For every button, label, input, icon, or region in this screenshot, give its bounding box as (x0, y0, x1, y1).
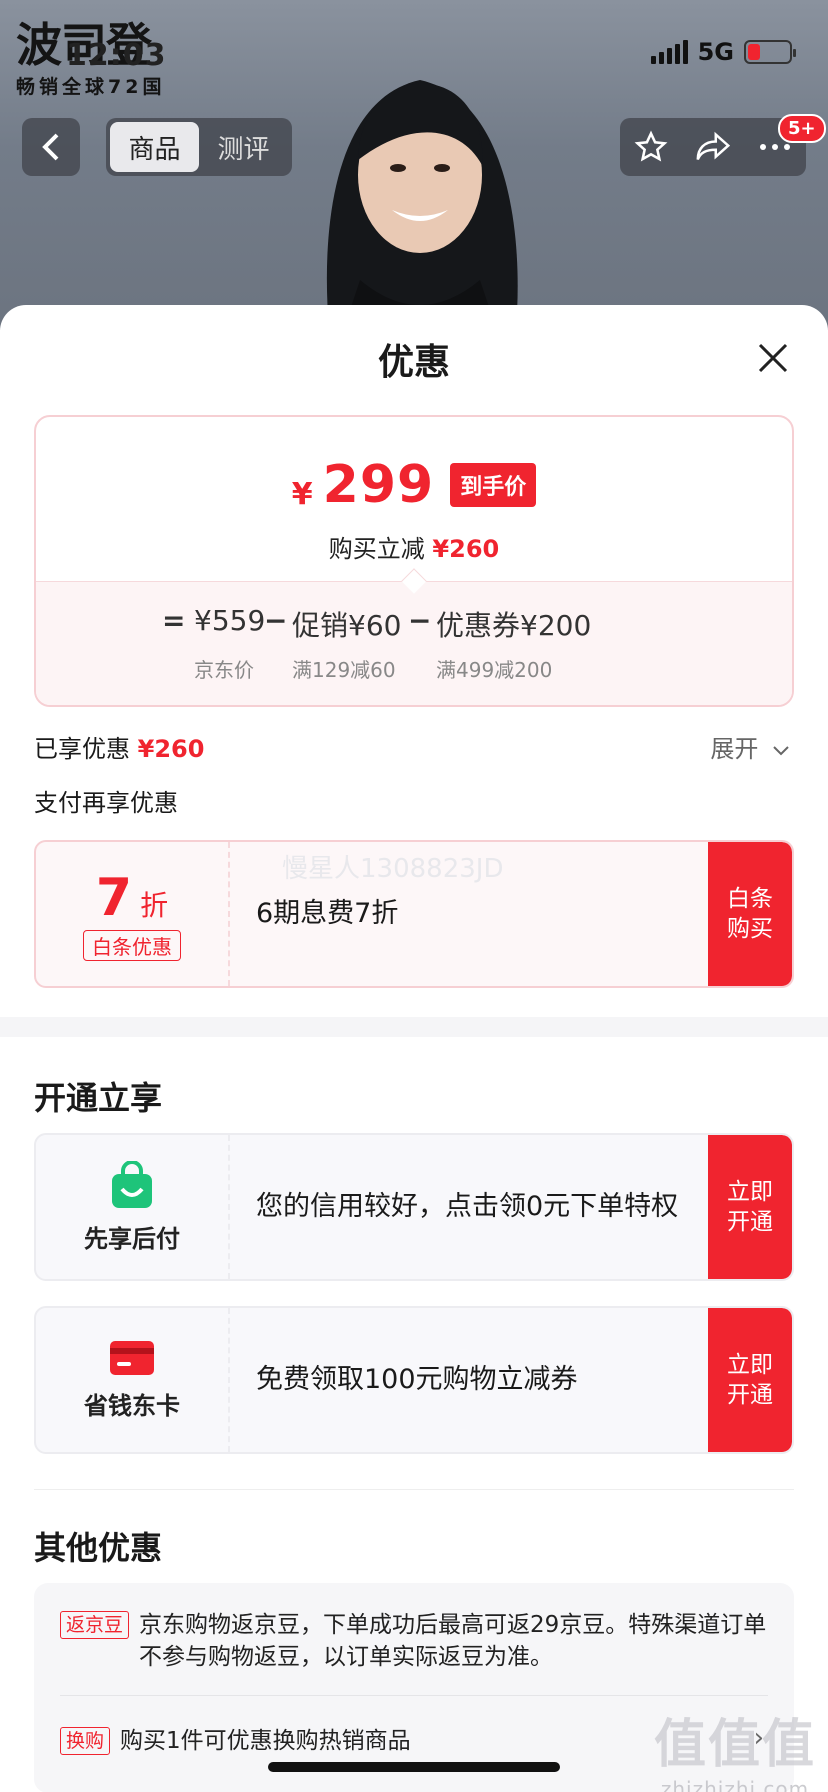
baitiao-buy-button[interactable]: 白条购买 (708, 842, 792, 986)
back-button[interactable] (22, 118, 80, 176)
jingdou-tag: 返京豆 (60, 1611, 130, 1639)
equals-sign: = (162, 604, 186, 637)
divider (34, 1489, 794, 1490)
tab-review[interactable]: 测评 (199, 122, 288, 172)
discount-unit: 折 (140, 888, 169, 922)
baitiao-offer-text: 6期息费7折 (256, 898, 399, 929)
pay-more-title: 支付再享优惠 (34, 789, 178, 817)
baitiao-buy-label: 白条购买 (727, 886, 773, 942)
exchange-tag: 换购 (60, 1727, 111, 1755)
share-icon[interactable] (688, 122, 738, 172)
currency-symbol: ¥ (291, 476, 313, 512)
open-section-title: 开通立享 (34, 1079, 163, 1117)
chevron-left-icon (42, 133, 59, 161)
coupon-amount: 优惠券¥200 (436, 609, 592, 642)
expand-button[interactable]: 展开 (710, 729, 790, 764)
pay-later-label: 先享后付 (84, 1224, 180, 1253)
enjoyed-value: ¥260 (137, 735, 205, 763)
section-gap (0, 1017, 828, 1037)
jd-card-label: 省钱东卡 (84, 1391, 180, 1420)
close-icon[interactable] (756, 341, 790, 375)
pay-later-open-label: 立即开通 (727, 1179, 773, 1235)
base-price: ¥559 (194, 604, 266, 637)
baitiao-tag: 白条优惠 (83, 929, 181, 961)
final-price-tag: 到手价 (450, 463, 537, 507)
model-photo (326, 80, 518, 330)
chevron-down-icon (773, 746, 789, 756)
card-icon (110, 1340, 154, 1375)
discount-sheet: 优惠 ¥ 299 到手价 购买立减 ¥260 = ¥559 京东价 − 促销¥6… (0, 305, 828, 1792)
network-type: 5G (697, 38, 734, 66)
baitiao-offer-card[interactable]: 7 折 白条优惠 慢星人1308823JD 6期息费7折 白条购买 (34, 840, 794, 988)
discount-value: 7 折 (96, 868, 168, 928)
watermark-sub: zhizhizhi.com (660, 1777, 810, 1792)
brand-slogan: 畅销全球72国 (16, 76, 166, 98)
jd-card-open-button[interactable]: 立即开通 (708, 1308, 792, 1452)
expand-label: 展开 (710, 735, 759, 763)
sheet-title: 优惠 (377, 342, 450, 383)
watermark-main: 值值值 (653, 1715, 816, 1775)
other-section-title: 其他优惠 (34, 1529, 163, 1567)
list-item-jingdou: 返京豆 京东购物返京豆，下单成功后最高可返29京豆。特殊渠道订单不参与购物返豆，… (60, 1609, 774, 1673)
exchange-text: 购买1件可优惠换购热销商品 (120, 1728, 411, 1754)
site-watermark: 值值值 zhizhizhi.com (654, 1702, 816, 1792)
pay-later-text: 您的信用较好，点击领0元下单特权 (256, 1191, 679, 1222)
coupon-rule: 满499减200 (436, 658, 553, 682)
jd-card-text: 免费领取100元购物立减券 (256, 1364, 578, 1395)
enjoyed-discount: 已享优惠 ¥260 (34, 729, 204, 764)
status-bar-right: 5G (650, 38, 796, 66)
pay-later-open-button[interactable]: 立即开通 (708, 1135, 792, 1279)
jd-card-offer-card[interactable]: 省钱东卡 免费领取100元购物立减券 立即开通 (34, 1306, 794, 1454)
final-price: 299 (322, 455, 435, 515)
more-badge: 5+ (778, 114, 826, 143)
price-formula: = ¥559 京东价 − 促销¥60 满129减60 − 优惠券¥200 满49… (36, 581, 792, 705)
tab-product[interactable]: 商品 (110, 122, 199, 172)
promo-rule: 满129减60 (292, 658, 396, 682)
shopping-bag-icon (112, 1160, 152, 1208)
enjoyed-label: 已享优惠 (34, 735, 130, 763)
discount-number: 7 (95, 867, 133, 928)
price-card: ¥ 299 到手价 购买立减 ¥260 = ¥559 京东价 − 促销¥60 满… (34, 415, 794, 707)
jd-card-open-label: 立即开通 (727, 1352, 773, 1408)
signal-icon (650, 40, 688, 64)
saving-line: 购买立减 ¥260 (36, 529, 792, 564)
base-price-label: 京东价 (194, 658, 254, 682)
jingdou-text: 京东购物返京豆，下单成功后最高可返29京豆。特殊渠道订单不参与购物返豆，以订单实… (139, 1612, 767, 1670)
saving-label: 购买立减 (328, 535, 425, 563)
star-icon[interactable] (626, 122, 676, 172)
home-indicator[interactable] (268, 1762, 560, 1772)
list-divider (60, 1695, 768, 1696)
product-tabs: 商品 测评 (106, 118, 292, 176)
status-time: 12:03 (66, 38, 167, 73)
minus-sign: − (264, 604, 288, 637)
battery-icon (744, 40, 796, 64)
minus-sign: − (408, 604, 432, 637)
promo-amount: 促销¥60 (292, 609, 402, 642)
pay-later-offer-card[interactable]: 先享后付 您的信用较好，点击领0元下单特权 立即开通 (34, 1133, 794, 1281)
saving-value: ¥260 (432, 535, 500, 563)
